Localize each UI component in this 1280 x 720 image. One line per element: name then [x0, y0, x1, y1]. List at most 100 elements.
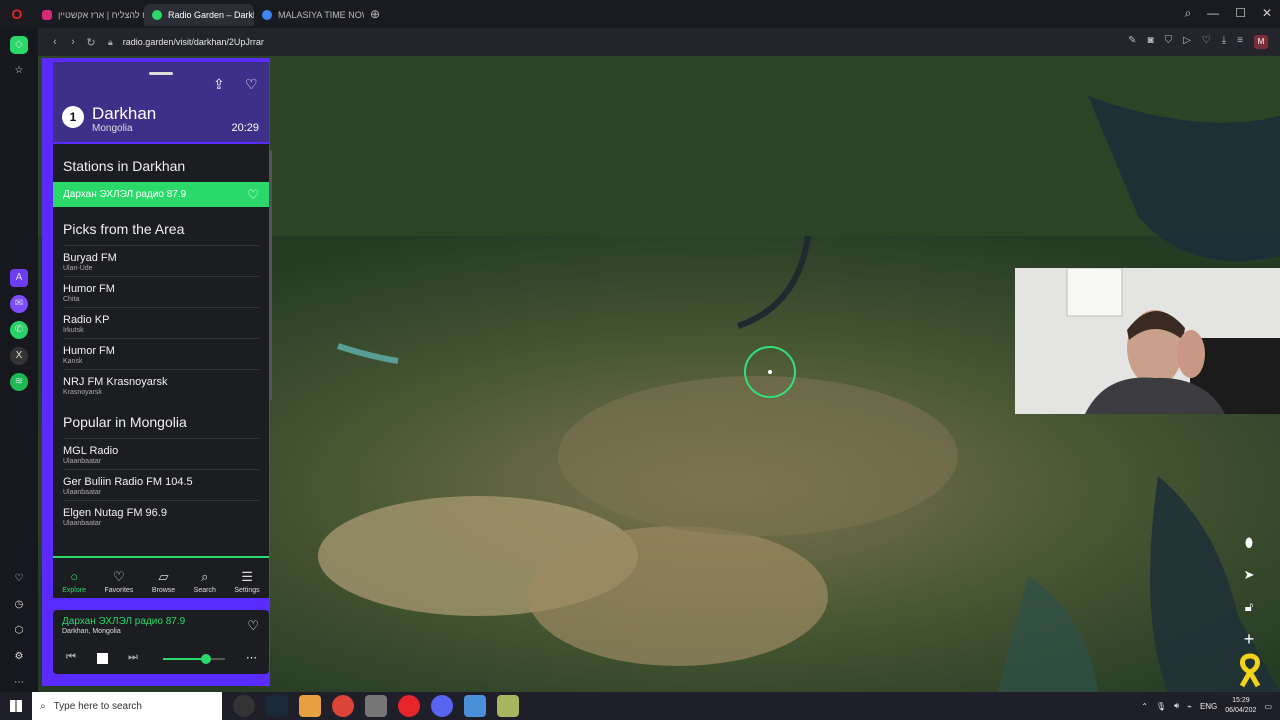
windows-start-icon[interactable] — [10, 700, 22, 712]
tab-browse[interactable]: ▱ Browse — [152, 570, 175, 595]
google-icon — [262, 10, 272, 20]
zoom-in-icon[interactable]: + — [1238, 628, 1260, 650]
tab-0[interactable]: הכוח להצליח | ארז אקשטיין — [34, 4, 144, 26]
forward-button[interactable]: › — [64, 36, 82, 48]
more-icon[interactable]: ⋯ — [10, 674, 28, 692]
search-icon: ⌕ — [201, 569, 209, 584]
rank-badge: 1 — [62, 106, 84, 128]
heart-icon[interactable]: ♡ — [247, 618, 259, 634]
now-playing-title[interactable]: Дархан ЭХЛЭЛ радио 87.9 — [62, 616, 185, 627]
x-icon[interactable]: X — [10, 346, 28, 365]
previous-icon[interactable]: ⏮ — [66, 651, 76, 664]
notification-icon[interactable]: ▭ — [1264, 702, 1272, 711]
appstore-icon[interactable]: A — [10, 268, 28, 287]
list-item[interactable]: Buryad FM Ulan-Ude — [63, 245, 259, 276]
play-icon[interactable]: ▷ — [1183, 35, 1191, 49]
home-icon[interactable]: ☆ — [10, 62, 28, 80]
balloon-icon[interactable]: ⬮ — [1238, 532, 1260, 554]
profile-avatar[interactable]: M — [1254, 35, 1268, 49]
list-item[interactable]: MGL Radio Ulaanbaatar — [63, 438, 259, 469]
tab-favorites[interactable]: ♡ Favorites — [105, 570, 134, 595]
taskbar-search-field[interactable]: ⌕ Type here to search — [32, 692, 222, 720]
next-icon[interactable]: ⏭ — [128, 651, 138, 664]
country-label: Mongolia — [92, 123, 133, 134]
network-icon[interactable]: ⌁ — [1187, 702, 1192, 711]
file-icon[interactable] — [299, 695, 321, 717]
list-item[interactable]: NRJ FM Krasnoyarsk Krasnoyarsk — [63, 369, 259, 400]
tab-settings[interactable]: ☰ Settings — [234, 569, 259, 595]
list-item[interactable]: Ger Buliin Radio FM 104.5 Ulaanbaatar — [63, 469, 259, 500]
station-list[interactable]: Stations in Darkhan Дархан ЭХЛЭЛ радио 8… — [53, 144, 269, 556]
more-icon[interactable]: ⋯ — [246, 651, 257, 664]
list-item[interactable]: Humor FM Kansk — [63, 338, 259, 369]
download-icon[interactable]: ⤓ — [1222, 35, 1226, 49]
unlock-icon[interactable]: 🔓︎ — [1238, 596, 1260, 618]
opera-icon[interactable] — [398, 695, 420, 717]
webcam-overlay — [1015, 268, 1280, 414]
browser-tab-strip: O הכוח להצליח | ארז אקשטיין Radio Garden… — [0, 0, 1280, 28]
new-tab-button[interactable]: ⊕ — [370, 7, 380, 21]
share-icon[interactable]: ⇪ — [213, 76, 225, 93]
volume-knob[interactable] — [201, 654, 212, 664]
location-header: ⇪ ♡ 1 Darkhan Mongolia 20:29 — [53, 62, 269, 142]
messenger-icon[interactable]: ✉ — [10, 294, 28, 313]
cube-icon[interactable]: ⬡ — [10, 622, 28, 640]
heart-icon[interactable]: ♡ — [247, 187, 259, 203]
locate-icon[interactable]: ➤ — [1238, 564, 1260, 586]
language-indicator[interactable]: ENG — [1200, 702, 1217, 711]
minimize-button[interactable]: — — [1207, 6, 1219, 21]
steam-icon[interactable] — [266, 695, 288, 717]
aria-icon[interactable]: ◇ — [10, 36, 28, 54]
tab-explore[interactable]: ○ Explore — [62, 569, 86, 595]
menu-icon: ☰ — [241, 569, 253, 584]
heart-icon[interactable]: ♡ — [1202, 35, 1211, 49]
search-tabs-icon[interactable]: ⌕ — [1184, 6, 1191, 21]
clock[interactable]: 15:29 06/04/202 — [1225, 696, 1256, 716]
reload-button[interactable]: ↻ — [82, 36, 100, 49]
opera-logo-icon[interactable]: O — [0, 6, 34, 22]
obs-icon[interactable] — [233, 695, 255, 717]
speaker-icon — [152, 10, 162, 20]
settings-icon[interactable]: ⚙ — [10, 648, 28, 666]
history-icon[interactable]: ◷ — [10, 596, 28, 614]
scrollbar[interactable] — [269, 150, 272, 400]
app-icon[interactable] — [497, 695, 519, 717]
heart-icon[interactable]: ♡ — [10, 570, 28, 588]
ribbon-icon — [1236, 652, 1264, 688]
bottom-navigation: ○ Explore ♡ Favorites ▱ Browse ⌕ Search ☰ Set… — [53, 556, 269, 598]
now-playing-location: Darkhan, Mongolia — [62, 628, 121, 635]
tab-2[interactable]: MALASIYA TIME NOW - G — [254, 4, 364, 26]
address-bar: ‹ › ↻ 🔒︎ radio.garden/visit/darkhan/2UpJ… — [38, 28, 1280, 56]
chevron-up-icon[interactable]: ⌃ — [1141, 702, 1148, 711]
discord-icon[interactable] — [431, 695, 453, 717]
drag-handle[interactable] — [149, 72, 173, 75]
tab-1[interactable]: Radio Garden – Darkh — [144, 4, 254, 26]
microphone-icon[interactable]: 🎙︎ — [1156, 702, 1166, 711]
url-field[interactable]: radio.garden/visit/darkhan/2UpJrrar — [123, 37, 264, 47]
menu-icon[interactable]: ≡ — [1237, 35, 1243, 49]
list-item[interactable]: Radio KP Irkutsk — [63, 307, 259, 338]
explore-icon: ○ — [70, 569, 79, 584]
whatsapp-icon[interactable]: ✆ — [10, 320, 28, 339]
system-tray: ⌃ 🎙︎ 🔊︎ ⌁ ENG 15:29 06/04/202 ▭ — [1141, 696, 1272, 716]
stations-heading: Stations in Darkhan — [63, 158, 186, 174]
active-station-row[interactable]: Дархан ЭХЛЭЛ радио 87.9 ♡ — [53, 182, 269, 207]
favorite-location-icon[interactable]: ♡ — [245, 76, 258, 93]
tab-search[interactable]: ⌕ Search — [194, 569, 216, 595]
maximize-button[interactable]: ☐ — [1235, 6, 1246, 21]
shield-icon[interactable]: ⛉ — [1165, 35, 1173, 49]
popular-heading: Popular in Mongolia — [63, 414, 187, 430]
volume-slider[interactable] — [163, 654, 225, 664]
stop-button[interactable] — [97, 653, 108, 664]
list-item[interactable]: Elgen Nutag FM 96.9 Ulaanbaatar — [63, 500, 259, 531]
list-item[interactable]: Humor FM Chita — [63, 276, 259, 307]
ccleaner-icon[interactable] — [464, 695, 486, 717]
edit-icon[interactable]: ✎ — [1128, 35, 1136, 49]
chrome-icon[interactable] — [332, 695, 354, 717]
shield-app-icon[interactable] — [365, 695, 387, 717]
spotify-icon[interactable]: ≋ — [10, 372, 28, 391]
close-button[interactable]: ✕ — [1262, 6, 1272, 21]
camera-icon[interactable]: ◙ — [1148, 35, 1154, 49]
volume-icon[interactable]: 🔊︎ — [1174, 701, 1179, 711]
back-button[interactable]: ‹ — [46, 36, 64, 48]
